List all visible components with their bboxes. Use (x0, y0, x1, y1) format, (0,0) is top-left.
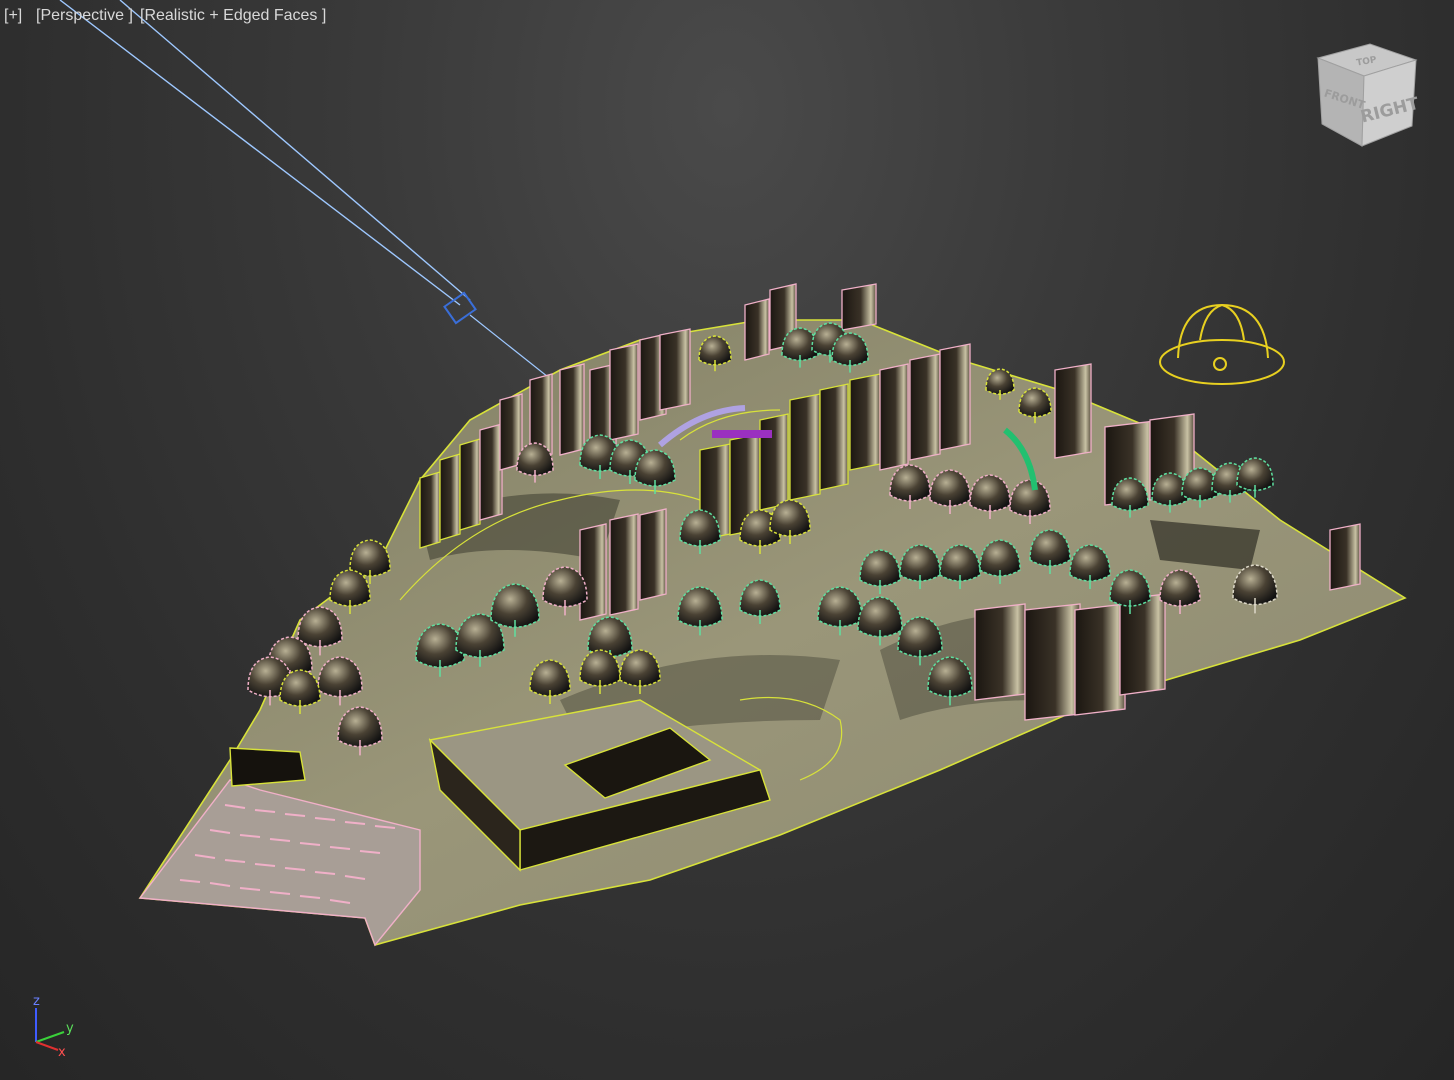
tower-slab[interactable] (1329, 523, 1361, 591)
scene-view[interactable] (0, 0, 1454, 1080)
tower-slab[interactable] (1119, 593, 1166, 696)
y-axis-line (35, 1031, 65, 1043)
tower-slab[interactable] (479, 423, 503, 521)
axis-tripod: z y x (33, 994, 74, 1060)
tower-slab[interactable] (879, 363, 909, 471)
small-building[interactable] (229, 747, 306, 787)
tower-slab[interactable] (759, 413, 789, 511)
viewcube[interactable]: RIGHT FRONT TOP (1300, 36, 1430, 156)
y-axis-label: y (66, 1021, 74, 1036)
z-axis-label: z (33, 994, 40, 1009)
tower-slab[interactable] (609, 343, 639, 441)
tower-slab[interactable] (1074, 603, 1126, 716)
tower-slab[interactable] (974, 603, 1026, 701)
tower-slab[interactable] (789, 393, 821, 501)
viewport-shading-label[interactable]: [Realistic + Edged Faces ] (140, 6, 326, 26)
tower-slab[interactable] (819, 383, 849, 491)
tower-slab[interactable] (849, 373, 881, 471)
tower-slab[interactable] (609, 513, 639, 616)
tower-slab[interactable] (841, 283, 877, 331)
viewport-view-label[interactable]: [Perspective ] (36, 6, 133, 26)
tower-slab[interactable] (1024, 603, 1081, 721)
tower-slab[interactable] (909, 353, 941, 461)
tower-slab[interactable] (459, 438, 481, 531)
tower-slab[interactable] (659, 328, 691, 411)
viewport-menu-plus[interactable]: [+] (4, 6, 22, 26)
x-axis-line (35, 1041, 59, 1051)
tower-slab[interactable] (579, 523, 607, 621)
purple-element (712, 430, 772, 438)
perspective-viewport[interactable]: [+] [Perspective ] [Realistic + Edged Fa… (0, 0, 1454, 1080)
tower-slab[interactable] (939, 343, 971, 451)
tower-slab[interactable] (419, 471, 441, 549)
tower-slab[interactable] (744, 298, 770, 361)
tower-slab[interactable] (1054, 363, 1092, 459)
sun-light-helper[interactable] (1159, 303, 1285, 385)
tower-slab[interactable] (559, 363, 585, 456)
tower-slab[interactable] (439, 453, 461, 541)
tower-slab[interactable] (639, 508, 667, 601)
x-axis-label: x (58, 1045, 66, 1060)
